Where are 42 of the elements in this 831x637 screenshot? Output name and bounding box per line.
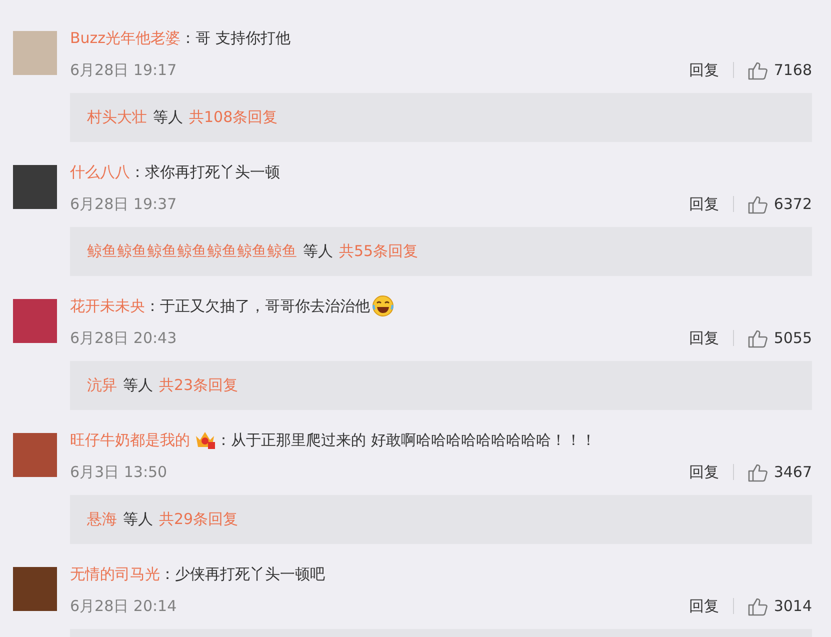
comment-text: ：哥 支持你打他 bbox=[180, 28, 290, 48]
reply-count-link[interactable]: 共29条回复 bbox=[159, 510, 238, 529]
reply-others-text: 等人 bbox=[123, 376, 153, 395]
like-count: 5055 bbox=[774, 329, 812, 347]
reply-link[interactable]: 回复 bbox=[688, 60, 719, 80]
comment-time: 6月28日 19:37 bbox=[70, 194, 177, 214]
thumbs-up-icon[interactable] bbox=[748, 60, 768, 80]
like-count: 7168 bbox=[774, 61, 812, 79]
like-count: 3467 bbox=[774, 463, 812, 481]
like-count: 3014 bbox=[774, 597, 812, 615]
reply-count-link[interactable]: 共55条回复 bbox=[339, 242, 418, 261]
comment-text: ：从于正那里爬过来的 好敢啊哈哈哈哈哈哈哈哈哈！！！ bbox=[216, 430, 596, 450]
like-count: 6372 bbox=[774, 195, 812, 213]
comment-text: ：于正又欠抽了，哥哥你去治治他 bbox=[145, 296, 370, 316]
reply-others-text: 等人 bbox=[123, 510, 153, 529]
reply-count-link[interactable]: 共108条回复 bbox=[189, 108, 278, 127]
comment-author[interactable]: 无情的司马光 bbox=[70, 564, 160, 584]
comment-text: ：求你再打死丫头一顿 bbox=[130, 162, 280, 182]
comment-text: ：少侠再打死丫头一顿吧 bbox=[160, 564, 325, 584]
reply-count-link[interactable]: 共23条回复 bbox=[159, 376, 238, 395]
comment-author[interactable]: 旺仔牛奶都是我的 bbox=[70, 430, 190, 450]
reply-others-text: 等人 bbox=[153, 108, 183, 127]
thumbs-up-icon[interactable] bbox=[748, 328, 768, 348]
reply-link[interactable]: 回复 bbox=[688, 328, 719, 348]
comment-time: 6月28日 20:43 bbox=[70, 328, 177, 348]
reply-link[interactable]: 回复 bbox=[688, 194, 719, 214]
comment-time: 6月3日 13:50 bbox=[70, 462, 168, 482]
comment-time: 6月28日 20:14 bbox=[70, 596, 177, 616]
thumbs-up-icon[interactable] bbox=[748, 462, 768, 482]
reply-author-link[interactable]: 鲸鱼鲸鱼鲸鱼鲸鱼鲸鱼鲸鱼鲸鱼 bbox=[87, 242, 297, 261]
comment-author[interactable]: Buzz光年他老婆 bbox=[70, 28, 181, 48]
reply-link[interactable]: 回复 bbox=[688, 462, 719, 482]
reply-others-text: 等人 bbox=[303, 242, 333, 261]
thumbs-up-icon[interactable] bbox=[748, 596, 768, 616]
reply-author-link[interactable]: 沆舁 bbox=[87, 376, 117, 395]
comment-time: 6月28日 19:17 bbox=[70, 60, 177, 80]
comment-author[interactable]: 什么八八 bbox=[70, 162, 130, 182]
reply-link[interactable]: 回复 bbox=[688, 596, 719, 616]
comment-author[interactable]: 花开未未央 bbox=[70, 296, 145, 316]
reply-author-link[interactable]: 悬海 bbox=[87, 510, 117, 529]
reply-author-link[interactable]: 村头大壮 bbox=[87, 108, 147, 127]
thumbs-up-icon[interactable] bbox=[748, 194, 768, 214]
